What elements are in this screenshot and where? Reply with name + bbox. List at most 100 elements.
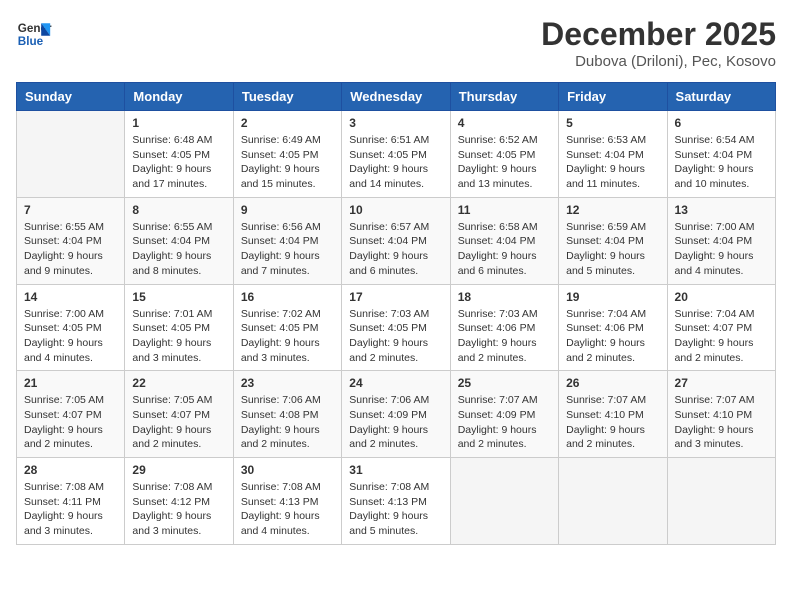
day-info: Sunrise: 6:55 AMSunset: 4:04 PMDaylight:… (24, 220, 117, 279)
day-info: Sunrise: 6:53 AMSunset: 4:04 PMDaylight:… (566, 133, 659, 192)
calendar-day-cell: 19 Sunrise: 7:04 AMSunset: 4:06 PMDayligh… (559, 284, 667, 371)
calendar-day-cell: 12 Sunrise: 6:59 AMSunset: 4:04 PMDayligh… (559, 197, 667, 284)
calendar-day-cell: 18Sunrise: 7:03 AMSunset: 4:06 PMDayligh… (450, 284, 558, 371)
calendar-day-cell: 1 Sunrise: 6:48 AMSunset: 4:05 PMDaylight… (125, 111, 233, 198)
calendar-day-cell: 26 Sunrise: 7:07 AMSunset: 4:10 PMDayligh… (559, 371, 667, 458)
day-number: 6 (675, 116, 768, 130)
day-info: Sunrise: 7:08 AMSunset: 4:13 PMDaylight:… (241, 480, 334, 539)
calendar-day-cell: 14Sunrise: 7:00 AMSunset: 4:05 PMDayligh… (17, 284, 125, 371)
calendar-day-cell: 3 Sunrise: 6:51 AMSunset: 4:05 PMDaylight… (342, 111, 450, 198)
day-info: Sunrise: 7:07 AMSunset: 4:09 PMDaylight:… (458, 393, 551, 452)
svg-text:Blue: Blue (18, 35, 44, 48)
day-number: 9 (241, 203, 334, 217)
calendar-day-cell: 29Sunrise: 7:08 AMSunset: 4:12 PMDayligh… (125, 458, 233, 545)
day-info: Sunrise: 6:54 AMSunset: 4:04 PMDaylight:… (675, 133, 768, 192)
day-info: Sunrise: 7:06 AMSunset: 4:09 PMDaylight:… (349, 393, 442, 452)
calendar-day-cell: 9 Sunrise: 6:56 AMSunset: 4:04 PMDaylight… (233, 197, 341, 284)
calendar-day-cell: 30 Sunrise: 7:08 AMSunset: 4:13 PMDayligh… (233, 458, 341, 545)
calendar-day-cell: 20Sunrise: 7:04 AMSunset: 4:07 PMDayligh… (667, 284, 775, 371)
day-number: 22 (132, 376, 225, 390)
day-info: Sunrise: 7:07 AMSunset: 4:10 PMDaylight:… (675, 393, 768, 452)
day-number: 3 (349, 116, 442, 130)
day-number: 24 (349, 376, 442, 390)
day-info: Sunrise: 7:07 AMSunset: 4:10 PMDaylight:… (566, 393, 659, 452)
calendar-week-row: 1 Sunrise: 6:48 AMSunset: 4:05 PMDaylight… (17, 111, 776, 198)
calendar-header-cell: Friday (559, 83, 667, 111)
title-section: December 2025 Dubova (Driloni), Pec, Kos… (541, 16, 776, 70)
calendar-header-cell: Sunday (17, 83, 125, 111)
calendar-day-cell: 15 Sunrise: 7:01 AMSunset: 4:05 PMDayligh… (125, 284, 233, 371)
calendar-header-cell: Saturday (667, 83, 775, 111)
day-number: 25 (458, 376, 551, 390)
calendar-day-cell: 28Sunrise: 7:08 AMSunset: 4:11 PMDayligh… (17, 458, 125, 545)
day-number: 10 (349, 203, 442, 217)
calendar-day-cell (17, 111, 125, 198)
day-number: 16 (241, 290, 334, 304)
day-info: Sunrise: 6:49 AMSunset: 4:05 PMDaylight:… (241, 133, 334, 192)
day-number: 11 (458, 203, 551, 217)
day-info: Sunrise: 6:58 AMSunset: 4:04 PMDaylight:… (458, 220, 551, 279)
day-number: 23 (241, 376, 334, 390)
calendar-day-cell: 21 Sunrise: 7:05 AMSunset: 4:07 PMDayligh… (17, 371, 125, 458)
calendar-header-row: SundayMondayTuesdayWednesdayThursdayFrid… (17, 83, 776, 111)
calendar-day-cell (667, 458, 775, 545)
calendar-week-row: 14Sunrise: 7:00 AMSunset: 4:05 PMDayligh… (17, 284, 776, 371)
day-number: 27 (675, 376, 768, 390)
day-number: 30 (241, 463, 334, 477)
day-info: Sunrise: 6:56 AMSunset: 4:04 PMDaylight:… (241, 220, 334, 279)
day-info: Sunrise: 7:01 AMSunset: 4:05 PMDaylight:… (132, 307, 225, 366)
calendar-day-cell: 5 Sunrise: 6:53 AMSunset: 4:04 PMDaylight… (559, 111, 667, 198)
day-info: Sunrise: 6:48 AMSunset: 4:05 PMDaylight:… (132, 133, 225, 192)
day-info: Sunrise: 7:08 AMSunset: 4:13 PMDaylight:… (349, 480, 442, 539)
day-number: 21 (24, 376, 117, 390)
day-number: 31 (349, 463, 442, 477)
day-number: 2 (241, 116, 334, 130)
calendar-header-cell: Thursday (450, 83, 558, 111)
day-info: Sunrise: 7:00 AMSunset: 4:04 PMDaylight:… (675, 220, 768, 279)
day-number: 20 (675, 290, 768, 304)
day-info: Sunrise: 7:05 AMSunset: 4:07 PMDaylight:… (132, 393, 225, 452)
calendar-day-cell: 2 Sunrise: 6:49 AMSunset: 4:05 PMDaylight… (233, 111, 341, 198)
day-number: 15 (132, 290, 225, 304)
calendar-day-cell (450, 458, 558, 545)
day-info: Sunrise: 7:00 AMSunset: 4:05 PMDaylight:… (24, 307, 117, 366)
calendar-header-cell: Tuesday (233, 83, 341, 111)
calendar-day-cell: 22 Sunrise: 7:05 AMSunset: 4:07 PMDayligh… (125, 371, 233, 458)
calendar-day-cell: 17Sunrise: 7:03 AMSunset: 4:05 PMDayligh… (342, 284, 450, 371)
day-info: Sunrise: 7:04 AMSunset: 4:06 PMDaylight:… (566, 307, 659, 366)
day-number: 17 (349, 290, 442, 304)
calendar-day-cell: 4 Sunrise: 6:52 AMSunset: 4:05 PMDaylight… (450, 111, 558, 198)
location: Dubova (Driloni), Pec, Kosovo (541, 53, 776, 70)
calendar-day-cell: 31 Sunrise: 7:08 AMSunset: 4:13 PMDayligh… (342, 458, 450, 545)
day-number: 5 (566, 116, 659, 130)
day-number: 13 (675, 203, 768, 217)
calendar-day-cell: 11 Sunrise: 6:58 AMSunset: 4:04 PMDayligh… (450, 197, 558, 284)
calendar-week-row: 21 Sunrise: 7:05 AMSunset: 4:07 PMDayligh… (17, 371, 776, 458)
calendar-day-cell: 23 Sunrise: 7:06 AMSunset: 4:08 PMDayligh… (233, 371, 341, 458)
day-info: Sunrise: 7:05 AMSunset: 4:07 PMDaylight:… (24, 393, 117, 452)
day-number: 4 (458, 116, 551, 130)
day-number: 12 (566, 203, 659, 217)
day-number: 28 (24, 463, 117, 477)
day-info: Sunrise: 6:51 AMSunset: 4:05 PMDaylight:… (349, 133, 442, 192)
day-number: 8 (132, 203, 225, 217)
day-number: 29 (132, 463, 225, 477)
calendar-day-cell: 16Sunrise: 7:02 AMSunset: 4:05 PMDayligh… (233, 284, 341, 371)
calendar-day-cell: 7 Sunrise: 6:55 AMSunset: 4:04 PMDaylight… (17, 197, 125, 284)
calendar-week-row: 7 Sunrise: 6:55 AMSunset: 4:04 PMDaylight… (17, 197, 776, 284)
month-title: December 2025 (541, 16, 776, 53)
day-info: Sunrise: 6:57 AMSunset: 4:04 PMDaylight:… (349, 220, 442, 279)
calendar-day-cell: 25 Sunrise: 7:07 AMSunset: 4:09 PMDayligh… (450, 371, 558, 458)
calendar-header-cell: Monday (125, 83, 233, 111)
day-number: 19 (566, 290, 659, 304)
day-info: Sunrise: 7:06 AMSunset: 4:08 PMDaylight:… (241, 393, 334, 452)
day-number: 1 (132, 116, 225, 130)
day-number: 26 (566, 376, 659, 390)
calendar-day-cell: 24 Sunrise: 7:06 AMSunset: 4:09 PMDayligh… (342, 371, 450, 458)
day-info: Sunrise: 6:52 AMSunset: 4:05 PMDaylight:… (458, 133, 551, 192)
day-info: Sunrise: 6:59 AMSunset: 4:04 PMDaylight:… (566, 220, 659, 279)
day-number: 7 (24, 203, 117, 217)
calendar-body: 1 Sunrise: 6:48 AMSunset: 4:05 PMDaylight… (17, 111, 776, 545)
day-number: 18 (458, 290, 551, 304)
calendar-day-cell: 10 Sunrise: 6:57 AMSunset: 4:04 PMDayligh… (342, 197, 450, 284)
